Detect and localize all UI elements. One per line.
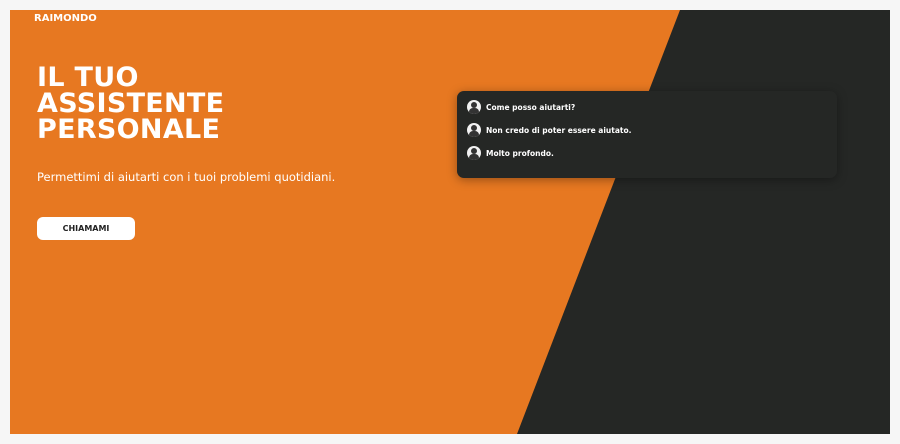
title-line: PERSONALE — [37, 114, 221, 145]
hero-subtitle: Permettimi di aiutarti con i tuoi proble… — [37, 170, 336, 184]
brand-logo[interactable]: RAIMONDO — [34, 13, 97, 25]
chat-window: Come posso aiutarti? Non credo di poter … — [457, 91, 837, 178]
message-text: Come posso aiutarti? — [486, 102, 576, 112]
user-avatar-icon — [467, 100, 481, 114]
user-avatar-icon — [467, 123, 481, 137]
user-avatar-icon — [467, 146, 481, 160]
chat-message: Non credo di poter essere aiutato. — [467, 123, 632, 137]
hero-title: IL TUO ASSISTENTE PERSONALE — [37, 64, 224, 145]
call-button[interactable]: CHIAMAMI — [37, 217, 135, 240]
hero-section: RAIMONDO IL TUO ASSISTENTE PERSONALE Per… — [10, 10, 890, 434]
message-text: Non credo di poter essere aiutato. — [486, 125, 632, 135]
message-text: Molto profondo. — [486, 148, 554, 158]
chat-message: Come posso aiutarti? — [467, 100, 575, 114]
chat-message: Molto profondo. — [467, 146, 554, 160]
